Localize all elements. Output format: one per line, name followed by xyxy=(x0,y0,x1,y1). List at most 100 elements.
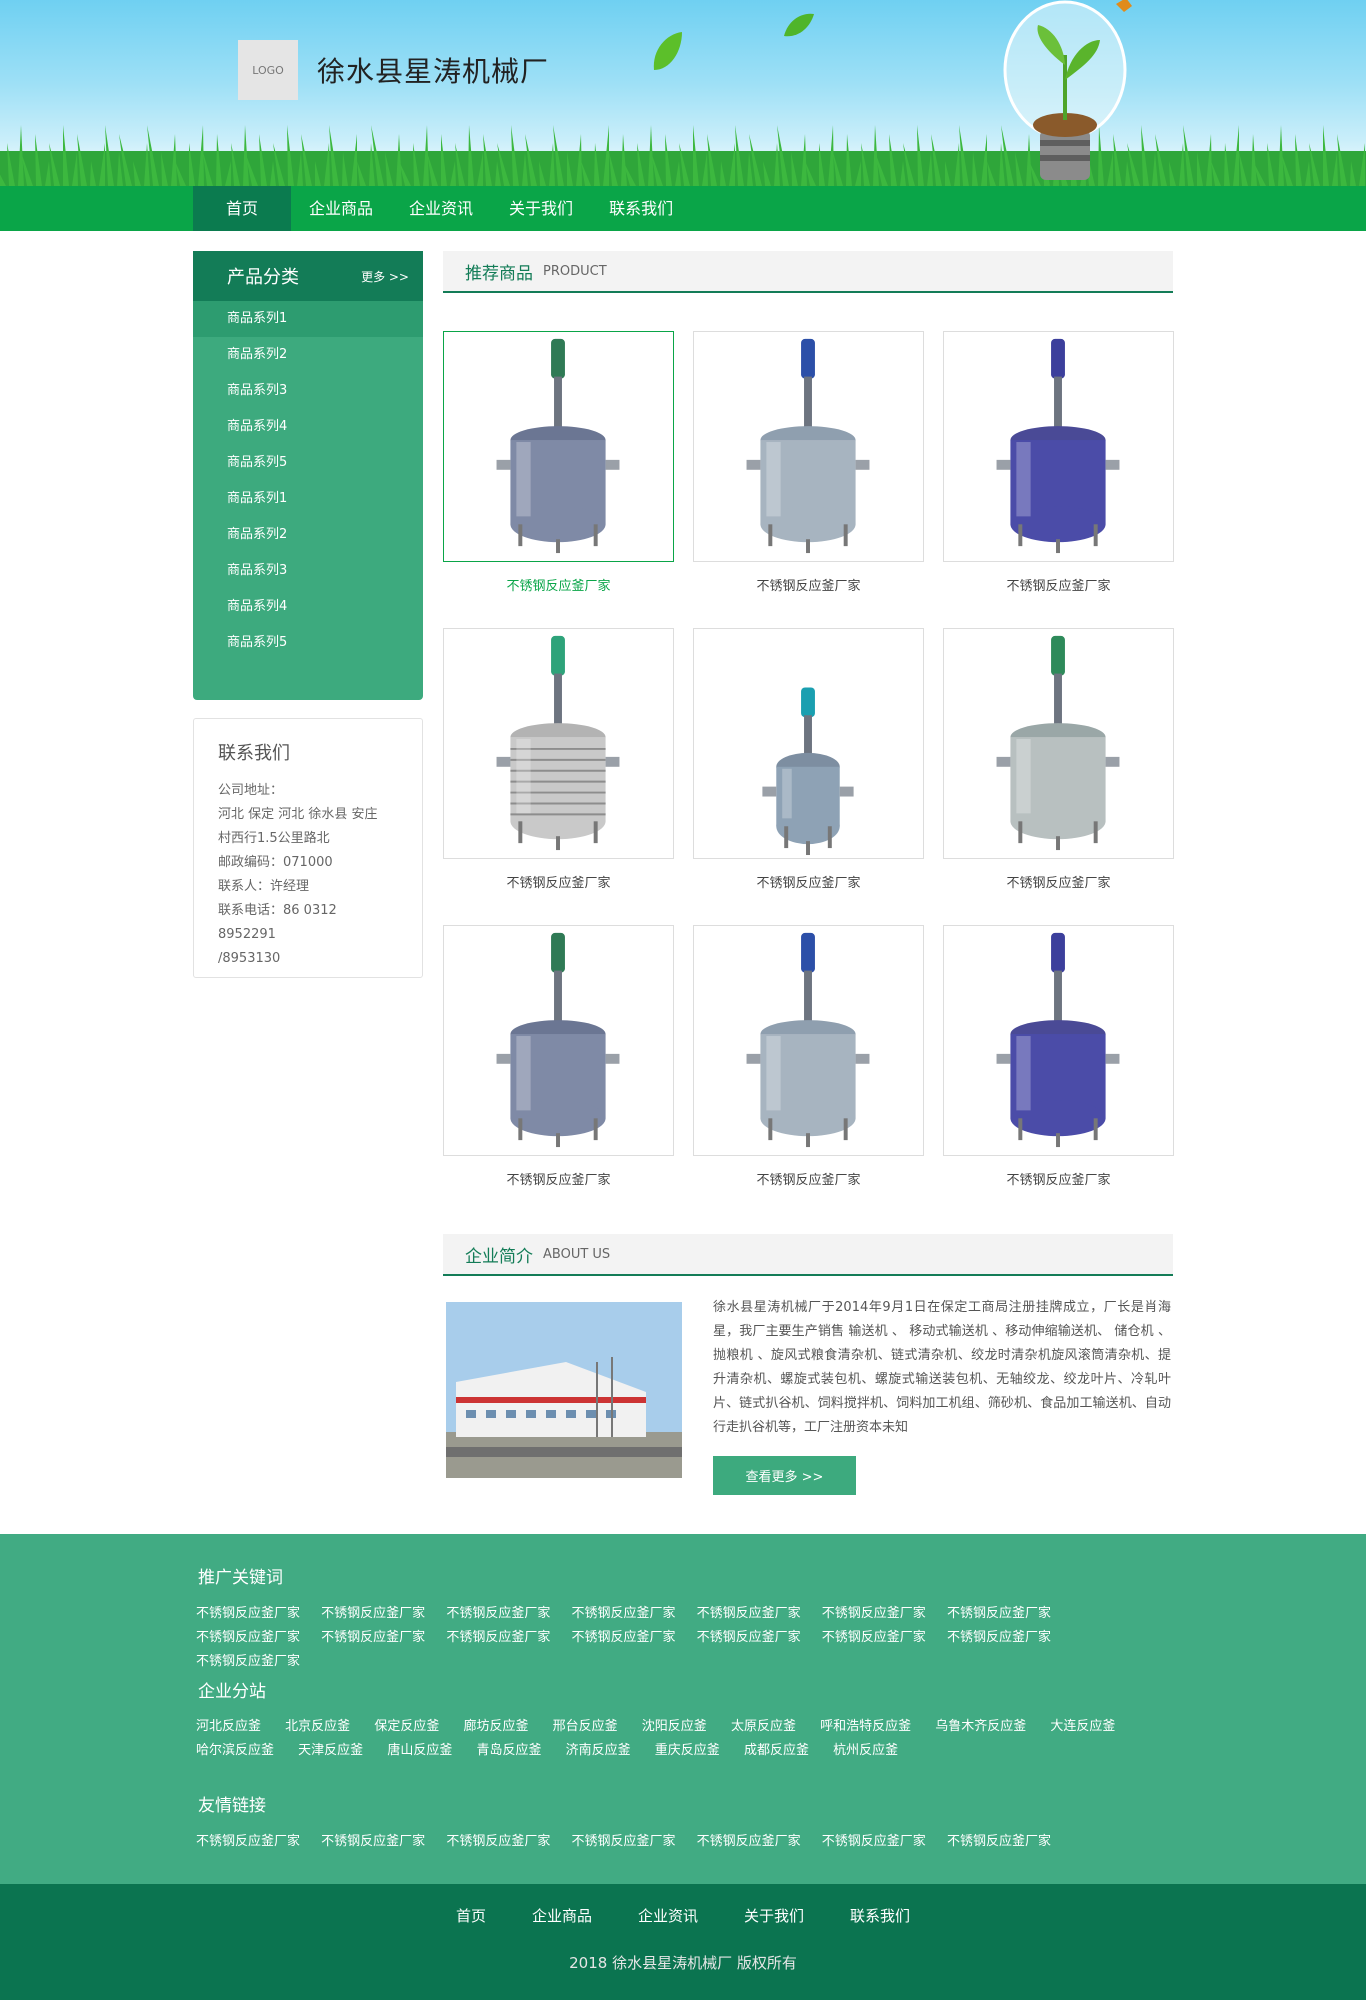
footer-nav-about[interactable]: 关于我们 xyxy=(744,1905,804,1926)
branch-link[interactable]: 河北反应釜 xyxy=(196,1719,261,1734)
product-image[interactable] xyxy=(693,925,924,1156)
branch-link[interactable]: 邢台反应釜 xyxy=(553,1719,618,1734)
category-item[interactable]: 商品系列3 xyxy=(193,373,423,409)
product-name[interactable]: 不锈钢反应釜厂家 xyxy=(943,1169,1174,1188)
branch-link[interactable]: 大连反应釜 xyxy=(1050,1719,1115,1734)
friend-links-title: 友情链接 xyxy=(198,1796,266,1816)
category-item[interactable]: 商品系列1 xyxy=(193,481,423,517)
category-item[interactable]: 商品系列3 xyxy=(193,553,423,589)
friend-link[interactable]: 不锈钢反应釜厂家 xyxy=(321,1834,425,1849)
friend-link[interactable]: 不锈钢反应釜厂家 xyxy=(571,1834,675,1849)
product-card[interactable]: 不锈钢反应釜厂家 xyxy=(443,628,674,891)
keyword-link[interactable]: 不锈钢反应釜厂家 xyxy=(822,1630,926,1645)
keyword-link[interactable]: 不锈钢反应釜厂家 xyxy=(571,1606,675,1621)
keyword-link[interactable]: 不锈钢反应釜厂家 xyxy=(822,1606,926,1621)
product-card[interactable]: 不锈钢反应釜厂家 xyxy=(693,331,924,594)
footer-nav-home[interactable]: 首页 xyxy=(456,1905,486,1926)
keyword-link[interactable]: 不锈钢反应釜厂家 xyxy=(446,1606,550,1621)
branch-link[interactable]: 杭州反应釜 xyxy=(833,1743,898,1758)
grass-decoration xyxy=(0,125,1366,186)
product-image[interactable] xyxy=(443,331,674,562)
keyword-link[interactable]: 不锈钢反应釜厂家 xyxy=(571,1630,675,1645)
product-name[interactable]: 不锈钢反应釜厂家 xyxy=(693,872,924,891)
keyword-link[interactable]: 不锈钢反应釜厂家 xyxy=(196,1606,300,1621)
keywords-title: 推广关键词 xyxy=(198,1568,283,1588)
product-card[interactable]: 不锈钢反应釜厂家 xyxy=(693,925,924,1188)
branch-link[interactable]: 乌鲁木齐反应釜 xyxy=(935,1719,1026,1734)
friend-link[interactable]: 不锈钢反应釜厂家 xyxy=(947,1834,1051,1849)
product-image[interactable] xyxy=(443,925,674,1156)
footer-nav-news[interactable]: 企业资讯 xyxy=(638,1905,698,1926)
branch-link[interactable]: 重庆反应釜 xyxy=(655,1743,720,1758)
product-name[interactable]: 不锈钢反应釜厂家 xyxy=(443,1169,674,1188)
footer-nav-contact[interactable]: 联系我们 xyxy=(850,1905,910,1926)
category-item[interactable]: 商品系列1 xyxy=(193,301,423,337)
branch-link[interactable]: 太原反应釜 xyxy=(731,1719,796,1734)
branch-link[interactable]: 廊坊反应釜 xyxy=(463,1719,528,1734)
category-item[interactable]: 商品系列2 xyxy=(193,337,423,373)
friend-links: 不锈钢反应釜厂家 不锈钢反应釜厂家 不锈钢反应釜厂家 不锈钢反应釜厂家 不锈钢反… xyxy=(196,1830,1176,1854)
branch-link[interactable]: 天津反应釜 xyxy=(298,1743,363,1758)
products-title: 推荐商品 xyxy=(465,263,533,284)
product-image[interactable] xyxy=(943,628,1174,859)
product-image[interactable] xyxy=(943,331,1174,562)
site-logo[interactable]: LOGO xyxy=(238,40,298,100)
branch-link[interactable]: 保定反应釜 xyxy=(374,1719,439,1734)
branch-link[interactable]: 北京反应釜 xyxy=(285,1719,350,1734)
friend-link[interactable]: 不锈钢反应釜厂家 xyxy=(697,1834,801,1849)
product-card[interactable]: 不锈钢反应釜厂家 xyxy=(943,331,1174,594)
branch-link[interactable]: 成都反应釜 xyxy=(744,1743,809,1758)
nav-item-news[interactable]: 企业资讯 xyxy=(391,186,491,231)
nav-item-contact[interactable]: 联系我们 xyxy=(591,186,691,231)
product-name[interactable]: 不锈钢反应釜厂家 xyxy=(443,575,674,594)
category-item[interactable]: 商品系列5 xyxy=(193,625,423,661)
category-item[interactable]: 商品系列4 xyxy=(193,589,423,625)
branches-title: 企业分站 xyxy=(198,1682,266,1702)
keyword-link[interactable]: 不锈钢反应釜厂家 xyxy=(947,1630,1051,1645)
keyword-link[interactable]: 不锈钢反应釜厂家 xyxy=(321,1630,425,1645)
product-card[interactable]: 不锈钢反应釜厂家 xyxy=(943,925,1174,1188)
product-image[interactable] xyxy=(693,628,924,859)
product-card[interactable]: 不锈钢反应釜厂家 xyxy=(443,331,674,594)
keyword-link[interactable]: 不锈钢反应釜厂家 xyxy=(446,1630,550,1645)
product-image[interactable] xyxy=(443,628,674,859)
product-card[interactable]: 不锈钢反应釜厂家 xyxy=(693,628,924,891)
product-name[interactable]: 不锈钢反应釜厂家 xyxy=(693,575,924,594)
view-more-button[interactable]: 查看更多 >> xyxy=(713,1456,856,1495)
keyword-link[interactable]: 不锈钢反应釜厂家 xyxy=(196,1654,300,1669)
keyword-link[interactable]: 不锈钢反应釜厂家 xyxy=(697,1606,801,1621)
friend-link[interactable]: 不锈钢反应釜厂家 xyxy=(822,1834,926,1849)
product-image[interactable] xyxy=(693,331,924,562)
product-name[interactable]: 不锈钢反应釜厂家 xyxy=(693,1169,924,1188)
site-title: 徐水县星涛机械厂 xyxy=(317,55,550,88)
product-name[interactable]: 不锈钢反应釜厂家 xyxy=(943,575,1174,594)
copyright: 2018 徐水县星涛机械厂 版权所有 xyxy=(569,1954,797,1972)
product-card[interactable]: 不锈钢反应釜厂家 xyxy=(443,925,674,1188)
category-more-link[interactable]: 更多 >> xyxy=(361,268,409,285)
keyword-link[interactable]: 不锈钢反应釜厂家 xyxy=(697,1630,801,1645)
friend-link[interactable]: 不锈钢反应釜厂家 xyxy=(446,1834,550,1849)
products-subtitle: PRODUCT xyxy=(543,263,607,279)
about-title: 企业简介 xyxy=(465,1246,533,1267)
nav-item-products[interactable]: 企业商品 xyxy=(291,186,391,231)
keyword-link[interactable]: 不锈钢反应釜厂家 xyxy=(947,1606,1051,1621)
product-name[interactable]: 不锈钢反应釜厂家 xyxy=(943,872,1174,891)
branch-link[interactable]: 呼和浩特反应釜 xyxy=(820,1719,911,1734)
branch-link[interactable]: 唐山反应釜 xyxy=(387,1743,452,1758)
category-item[interactable]: 商品系列5 xyxy=(193,445,423,481)
branch-link[interactable]: 青岛反应釜 xyxy=(476,1743,541,1758)
product-name[interactable]: 不锈钢反应釜厂家 xyxy=(443,872,674,891)
product-card[interactable]: 不锈钢反应釜厂家 xyxy=(943,628,1174,891)
category-item[interactable]: 商品系列2 xyxy=(193,517,423,553)
keyword-link[interactable]: 不锈钢反应釜厂家 xyxy=(196,1630,300,1645)
branch-link[interactable]: 哈尔滨反应釜 xyxy=(196,1743,274,1758)
branch-link[interactable]: 沈阳反应釜 xyxy=(642,1719,707,1734)
product-image[interactable] xyxy=(943,925,1174,1156)
keyword-link[interactable]: 不锈钢反应釜厂家 xyxy=(321,1606,425,1621)
branch-link[interactable]: 济南反应釜 xyxy=(566,1743,631,1758)
nav-item-home[interactable]: 首页 xyxy=(193,186,292,231)
footer-nav-products[interactable]: 企业商品 xyxy=(532,1905,592,1926)
nav-item-about[interactable]: 关于我们 xyxy=(491,186,591,231)
friend-link[interactable]: 不锈钢反应釜厂家 xyxy=(196,1834,300,1849)
category-item[interactable]: 商品系列4 xyxy=(193,409,423,445)
